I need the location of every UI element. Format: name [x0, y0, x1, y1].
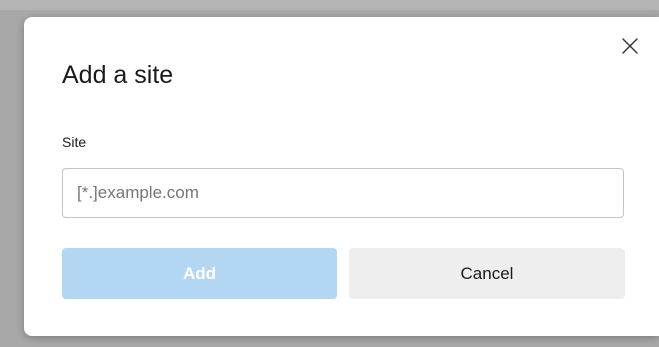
add-site-dialog: Add a site Site Add Cancel — [24, 17, 659, 336]
cancel-button[interactable]: Cancel — [349, 248, 625, 299]
close-icon — [622, 38, 638, 54]
add-button[interactable]: Add — [62, 248, 337, 299]
backdrop-top-strip — [0, 0, 659, 10]
site-field-label: Site — [62, 134, 87, 150]
dialog-title: Add a site — [62, 61, 174, 89]
close-button[interactable] — [618, 34, 642, 58]
site-input[interactable] — [62, 168, 624, 218]
